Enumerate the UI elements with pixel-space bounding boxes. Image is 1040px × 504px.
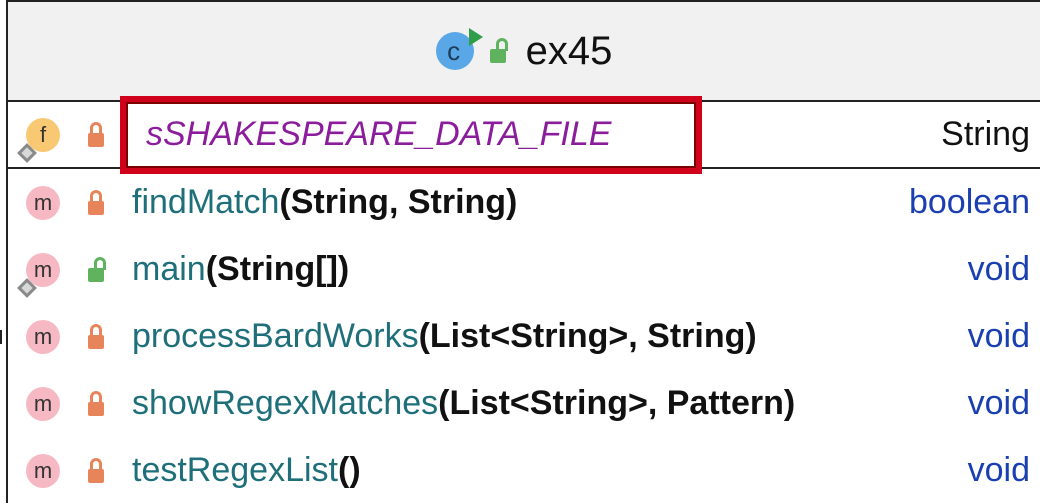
class-header[interactable]: c ex45 xyxy=(8,2,1040,102)
lock-open-icon xyxy=(88,256,106,283)
method-icon: m xyxy=(26,386,60,421)
lock-closed-icon xyxy=(88,457,104,484)
member-params: (List<String>, String) xyxy=(418,317,757,355)
member-name: main(String[]) xyxy=(132,250,350,288)
member-row[interactable]: m main(String[]) void xyxy=(8,236,1040,303)
lock-open-icon xyxy=(489,38,508,64)
member-params: (List<String>, Pattern) xyxy=(438,384,796,422)
method-icon: m xyxy=(26,319,60,354)
member-name: processBardWorks(List<String>, String) xyxy=(132,317,757,355)
class-title: ex45 xyxy=(525,28,613,73)
member-row[interactable]: f sSHAKESPEARE_DATA_FILE String xyxy=(8,96,1040,174)
member-params: (String[]) xyxy=(205,250,350,288)
field-icon: f xyxy=(17,117,60,163)
member-return-type: void xyxy=(967,250,1030,288)
member-list: f sSHAKESPEARE_DATA_FILE String m findMa… xyxy=(8,96,1040,504)
member-name: testRegexList() xyxy=(132,451,361,489)
member-return-type: void xyxy=(967,317,1030,355)
lock-closed-icon xyxy=(88,189,104,216)
member-row[interactable]: m findMatch(String, String) boolean xyxy=(8,169,1040,236)
member-return-type: void xyxy=(967,451,1030,489)
method-icon: m xyxy=(26,185,60,220)
member-row[interactable]: m showRegexMatches(List<String>, Pattern… xyxy=(8,370,1040,437)
member-row[interactable]: m testRegexList() void xyxy=(8,437,1040,504)
override-marker-icon xyxy=(17,142,37,163)
member-return-type: boolean xyxy=(908,183,1030,221)
member-return-type: void xyxy=(967,384,1030,422)
lock-closed-icon xyxy=(88,390,104,417)
member-return-type: String xyxy=(941,115,1030,153)
member-name: showRegexMatches(List<String>, Pattern) xyxy=(132,384,796,422)
member-row[interactable]: m processBardWorks(List<String>, String)… xyxy=(8,303,1040,370)
divider xyxy=(0,330,2,344)
method-icon: m xyxy=(26,453,60,488)
lock-closed-icon xyxy=(88,323,104,350)
class-run-icon: c xyxy=(435,28,483,70)
member-params: (String, String) xyxy=(279,183,518,221)
member-name: findMatch(String, String) xyxy=(132,183,518,221)
member-params: () xyxy=(338,451,361,489)
lock-closed-icon xyxy=(88,121,104,148)
member-name: sSHAKESPEARE_DATA_FILE xyxy=(146,115,612,153)
structure-panel: c ex45 f sSHAKESPEARE_DATA_FILE String m xyxy=(6,0,1040,503)
method-icon: m xyxy=(17,252,60,298)
